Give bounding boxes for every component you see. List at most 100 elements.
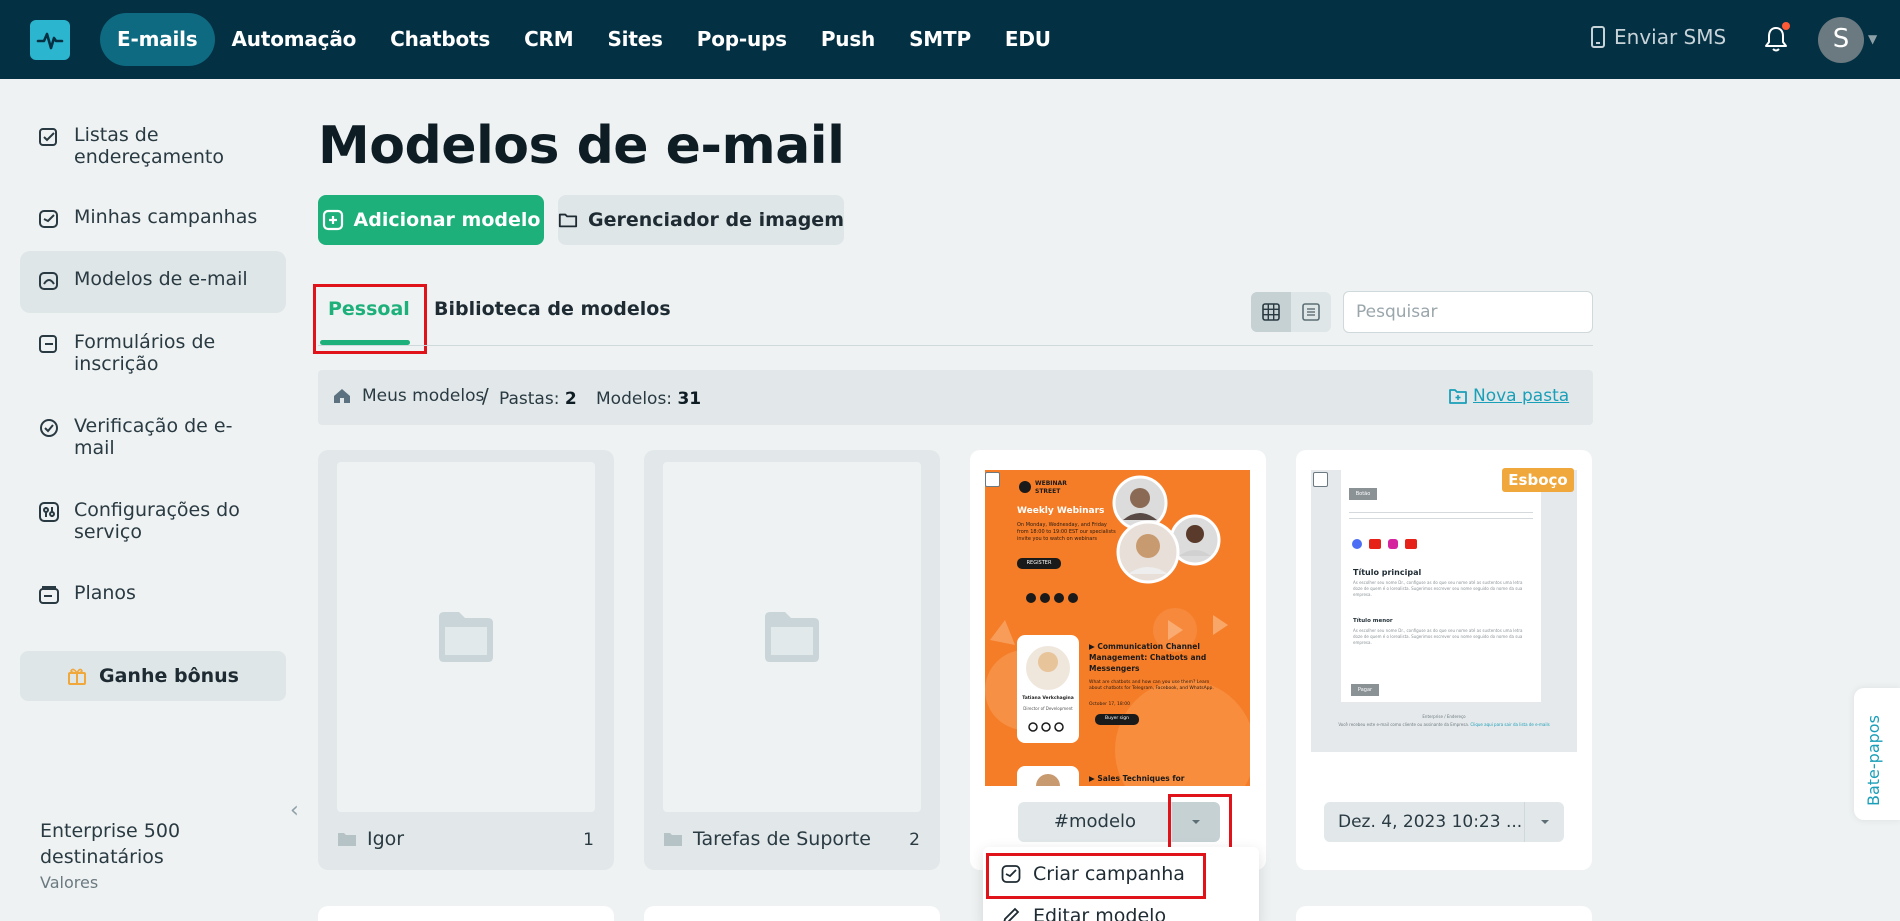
folders-count-label: Pastas: (499, 389, 560, 409)
folder-card-igor[interactable]: Igor 1 (318, 450, 614, 870)
template-thumbnail-draft[interactable]: Botão Título principal As escolher seu n… (1311, 470, 1577, 752)
template-date-button[interactable]: Dez. 4, 2023 10:23 ... (1324, 802, 1524, 842)
draft-divider (1349, 518, 1533, 519)
webinar-brand-line1: WEBINAR (1035, 480, 1067, 487)
nav-automacao[interactable]: Automação (215, 13, 374, 66)
nav-smtp[interactable]: SMTP (892, 13, 988, 66)
add-template-button[interactable]: Adicionar modelo (318, 195, 544, 245)
webinar-talk2-title-text: Sales Techniques for (1097, 774, 1185, 783)
folder-card-support-tasks[interactable]: Tarefas de Suporte 2 (644, 450, 940, 870)
new-folder-icon (1449, 389, 1467, 404)
folder-name: Igor (337, 828, 404, 850)
sidebar-item-campaigns[interactable]: Minhas campanhas (20, 206, 286, 230)
user-avatar[interactable]: S (1818, 17, 1864, 63)
add-template-icon (322, 209, 343, 231)
nav-edu[interactable]: EDU (988, 13, 1068, 66)
draft-badge: Esboço (1502, 468, 1574, 492)
webinar-brand: WEBINAR STREET (1035, 480, 1067, 496)
nav-sites[interactable]: Sites (590, 13, 679, 66)
form-icon (39, 335, 57, 353)
draft-paragraph: As escolher seu nome Dr., configuse as d… (1353, 628, 1523, 645)
sidebar-item-label: Formulários de inscrição (74, 331, 216, 375)
send-sms-link[interactable]: Enviar SMS (1590, 25, 1726, 49)
tab-personal[interactable]: Pessoal (328, 298, 410, 320)
earn-bonus-button[interactable]: Ganhe bônus (20, 651, 286, 701)
home-icon[interactable] (332, 386, 352, 406)
sidebar-item-label: Minhas campanhas (74, 206, 258, 228)
tab-template-library[interactable]: Biblioteca de modelos (434, 298, 671, 320)
page-title: Modelos de e-mail (318, 116, 845, 176)
nav-push[interactable]: Push (804, 13, 892, 66)
add-template-label: Adicionar modelo (353, 209, 541, 231)
plan-values-link[interactable]: Valores (40, 873, 98, 892)
folder-name-text: Tarefas de Suporte (693, 828, 871, 850)
draft-footer-text: Você recebeu este e-mail como cliente ou… (1331, 722, 1557, 728)
chevron-down-icon[interactable]: ▼ (1868, 32, 1877, 46)
template-thumbnail-webinar[interactable]: WEBINAR STREET Weekly Webinars On Monday,… (985, 470, 1250, 786)
sidebar-item-address-lists[interactable]: Listas de endereçamento (20, 124, 286, 168)
folder-icon (664, 833, 682, 846)
folder-name: Tarefas de Suporte (663, 828, 871, 850)
list-view-button[interactable] (1291, 292, 1331, 332)
nav-crm[interactable]: CRM (507, 13, 590, 66)
sidebar-item-forms[interactable]: Formulários de inscrição (20, 331, 286, 375)
nav-chatbots[interactable]: Chatbots (373, 13, 507, 66)
template-checkbox[interactable] (985, 472, 1000, 487)
sidebar-item-service-settings[interactable]: Configurações do serviço (20, 499, 286, 543)
folder-card-partial (318, 906, 614, 921)
webinar-talk1-button: Buyer sign (1105, 716, 1129, 721)
image-manager-button[interactable]: Gerenciador de imagem (558, 195, 844, 245)
breadcrumb-separator: / (482, 384, 489, 408)
nav-emails[interactable]: E-mails (100, 13, 215, 66)
pulse-logo-icon (36, 32, 64, 50)
collapse-sidebar-icon[interactable]: ‹ (290, 798, 299, 823)
draft-bottom-button: Pagar (1351, 684, 1379, 696)
sidebar-item-plans[interactable]: Planos (20, 582, 286, 606)
address-list-icon (39, 128, 57, 146)
chat-tab[interactable]: Bate-papos (1854, 688, 1900, 820)
breadcrumb-root[interactable]: Meus modelos (362, 386, 484, 406)
menu-highlight (986, 853, 1206, 899)
nav-popups[interactable]: Pop-ups (680, 13, 804, 66)
folder-name-text: Igor (367, 828, 405, 850)
search-input[interactable] (1343, 291, 1593, 333)
sidebar-item-email-templates[interactable]: Modelos de e-mail (20, 251, 286, 313)
template-icon (39, 272, 58, 290)
menu-item-label: Editar modelo (1033, 905, 1167, 921)
wallet-icon (39, 586, 59, 604)
sidebar-item-label: Configurações do serviço (74, 499, 240, 543)
campaign-icon (39, 210, 58, 228)
dropdown-highlight (1168, 794, 1232, 852)
templates-count: Modelos: 31 (596, 389, 701, 409)
folder-preview (337, 462, 595, 812)
draft-subtitle: Título menor (1353, 618, 1393, 624)
sidebar-item-label: Modelos de e-mail (74, 268, 248, 290)
template-checkbox[interactable] (1313, 472, 1328, 487)
template-name-button[interactable]: #modelo (1018, 802, 1172, 842)
app-logo[interactable] (30, 20, 70, 60)
webinar-logo-icon (1019, 481, 1031, 493)
template-actions-dropdown[interactable] (1524, 802, 1564, 842)
draft-main-title: Título principal (1353, 568, 1422, 577)
sidebar-item-label: Verificação de e-mail (74, 415, 233, 459)
plan-name: Enterprise 500 destinatários (40, 820, 181, 868)
tab-divider (318, 345, 1593, 346)
sidebar-item-label: Planos (74, 582, 136, 604)
image-manager-label: Gerenciador de imagem (587, 209, 844, 231)
check-circle-icon (40, 419, 58, 437)
grid-view-button[interactable] (1251, 292, 1291, 332)
main-nav: E-mails Automação Chatbots CRM Sites Pop… (100, 13, 1068, 66)
pencil-icon (1003, 907, 1020, 921)
folders-count: Pastas: 2 (499, 389, 577, 409)
menu-item-edit-template[interactable]: Editar modelo (1001, 905, 1166, 921)
sidebar-item-email-verification[interactable]: Verificação de e-mail (20, 415, 286, 459)
send-sms-label: Enviar SMS (1614, 25, 1727, 49)
draft-divider (1349, 512, 1533, 513)
draft-footer: Enterprise / Endereço (1422, 714, 1466, 719)
webinar-body: On Monday, Wednesday, and Friday from 18… (1017, 522, 1116, 542)
new-folder-link[interactable]: Nova pasta (1449, 386, 1569, 406)
folder-card-partial (644, 906, 940, 921)
draft-footer-note: Você recebeu este e-mail como cliente ou… (1338, 722, 1470, 727)
template-card-partial (1296, 906, 1592, 921)
notification-dot (1782, 22, 1790, 30)
